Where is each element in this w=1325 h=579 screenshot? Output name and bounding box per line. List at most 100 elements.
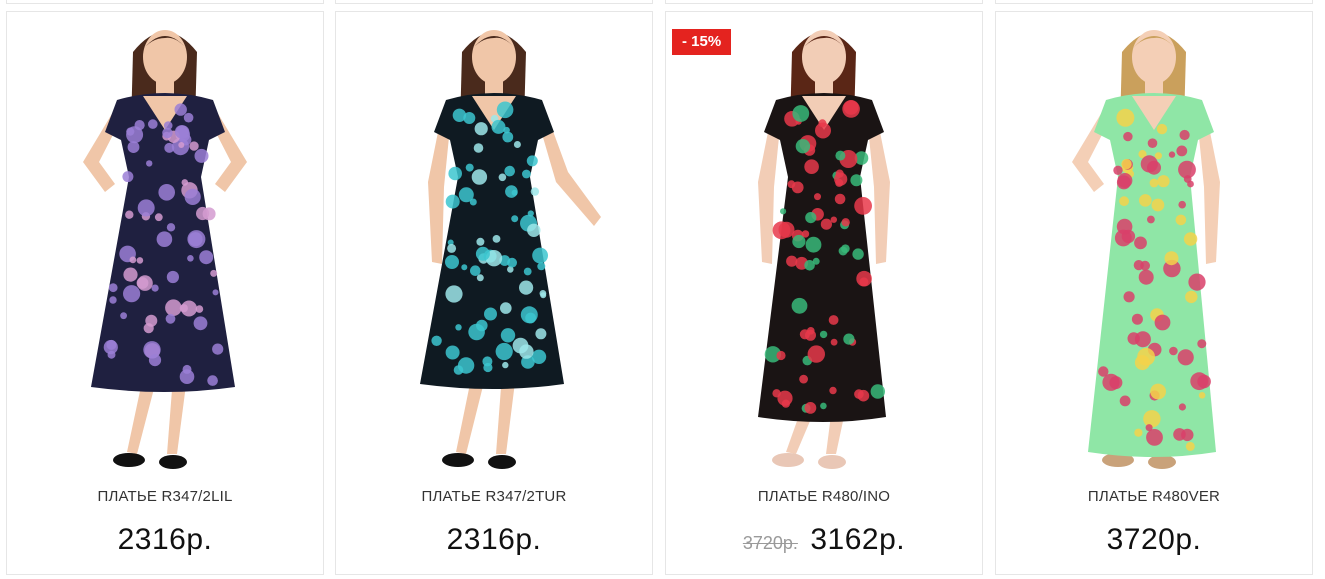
face-shape: [472, 30, 516, 84]
flower-print: [199, 250, 214, 265]
flower-print: [531, 349, 547, 364]
product-card[interactable]: ПЛАТЬЕ R347/2LIL 2316р.: [6, 11, 324, 575]
flower-print: [513, 141, 521, 148]
flower-print: [445, 255, 459, 269]
flower-print: [1177, 349, 1194, 366]
flower-print: [814, 193, 821, 201]
flower-print: [471, 169, 488, 185]
flower-print: [1138, 269, 1154, 285]
flower-print: [143, 341, 161, 359]
old-price: 3720р.: [742, 533, 798, 553]
product-image[interactable]: [666, 12, 982, 482]
flower-print: [527, 223, 541, 237]
product-card[interactable]: ПЛАТЬЕ R347/2TUR 2316р.: [335, 11, 653, 575]
flower-print: [125, 210, 134, 219]
flower-print: [103, 340, 118, 355]
product-name[interactable]: ПЛАТЬЕ R347/2TUR: [336, 488, 652, 505]
flower-print: [500, 302, 512, 314]
flower-print: [1198, 392, 1206, 399]
flower-print: [483, 362, 493, 373]
flower-print: [146, 160, 153, 167]
flower-print: [1179, 129, 1190, 141]
flower-print: [791, 297, 808, 314]
flower-print: [202, 207, 216, 221]
product-name[interactable]: ПЛАТЬЕ R480/INO: [666, 488, 982, 505]
product-card[interactable]: - 15% ПЛАТЬЕ R480/INO 3720р. 3162р.: [665, 11, 983, 575]
shoe-shape: [488, 455, 516, 469]
product-name[interactable]: ПЛАТЬЕ R347/2LIL: [7, 488, 323, 505]
flower-print: [505, 185, 518, 198]
flower-print: [120, 312, 127, 320]
flower-print: [137, 275, 153, 291]
flower-print: [504, 165, 515, 177]
flower-print: [1117, 173, 1133, 188]
flower-print: [843, 333, 855, 345]
flower-print: [145, 314, 158, 327]
product-price: 3162р.: [810, 523, 906, 556]
flower-print: [841, 218, 850, 227]
flower-print: [834, 193, 846, 205]
flower-print: [122, 171, 134, 183]
flower-print: [1116, 108, 1135, 127]
flower-print: [1123, 131, 1133, 142]
product-image[interactable]: [336, 12, 652, 482]
flower-print: [154, 213, 163, 222]
flower-print: [123, 267, 138, 282]
flower-print: [136, 257, 144, 264]
flower-print: [807, 345, 825, 363]
flower-print: [1175, 214, 1187, 226]
flower-print: [834, 172, 848, 186]
flower-print: [804, 260, 815, 271]
flower-print: [1157, 175, 1170, 188]
flower-print: [210, 269, 218, 277]
flower-print: [795, 139, 811, 154]
flower-print: [1119, 196, 1129, 207]
flower-print: [772, 389, 781, 398]
flower-print: [778, 221, 795, 238]
flower-print: [850, 174, 863, 187]
shoe-shape: [442, 453, 474, 467]
flower-print: [476, 274, 484, 282]
face-shape: [143, 30, 187, 84]
product-image[interactable]: [996, 12, 1312, 482]
flower-print: [193, 316, 208, 331]
product-grid: ПЛАТЬЕ R347/2LIL 2316р. ПЛАТЬЕ R347/2TUR…: [0, 0, 1325, 579]
product-image[interactable]: [7, 12, 323, 482]
flower-print: [1137, 347, 1155, 366]
flower-print: [805, 329, 816, 341]
dress-model-illustration: [1072, 30, 1220, 469]
product-card[interactable]: ПЛАТЬЕ R480VER 3720р.: [995, 11, 1313, 575]
flower-print: [491, 119, 506, 134]
product-name[interactable]: ПЛАТЬЕ R480VER: [996, 488, 1312, 505]
flower-print: [870, 384, 885, 399]
flower-print: [212, 343, 224, 355]
shoe-shape: [113, 453, 145, 467]
flower-print: [792, 105, 810, 122]
flower-print: [532, 247, 548, 264]
flower-print: [500, 328, 516, 343]
flower-print: [457, 357, 475, 374]
flower-print: [163, 121, 173, 130]
flower-print: [492, 235, 501, 243]
flower-print: [820, 218, 832, 230]
flower-print: [156, 231, 173, 247]
dress-model-illustration: [758, 30, 890, 469]
flower-print: [787, 180, 796, 189]
flower-print: [1146, 429, 1163, 446]
flower-print: [1183, 232, 1198, 246]
flower-print: [448, 166, 462, 181]
flower-print: [1164, 251, 1179, 266]
flower-print: [1121, 158, 1132, 170]
flower-print: [1188, 273, 1206, 291]
flower-print: [1197, 374, 1211, 389]
flower-print: [195, 305, 204, 313]
dress-model-illustration: [83, 30, 247, 469]
flower-print: [1143, 410, 1161, 428]
flower-print: [835, 150, 846, 161]
flower-print: [475, 246, 490, 261]
flower-print: [178, 142, 185, 148]
flower-print: [1181, 428, 1194, 442]
flower-print: [854, 389, 864, 399]
flower-print: [165, 313, 176, 324]
flower-print: [470, 265, 481, 276]
